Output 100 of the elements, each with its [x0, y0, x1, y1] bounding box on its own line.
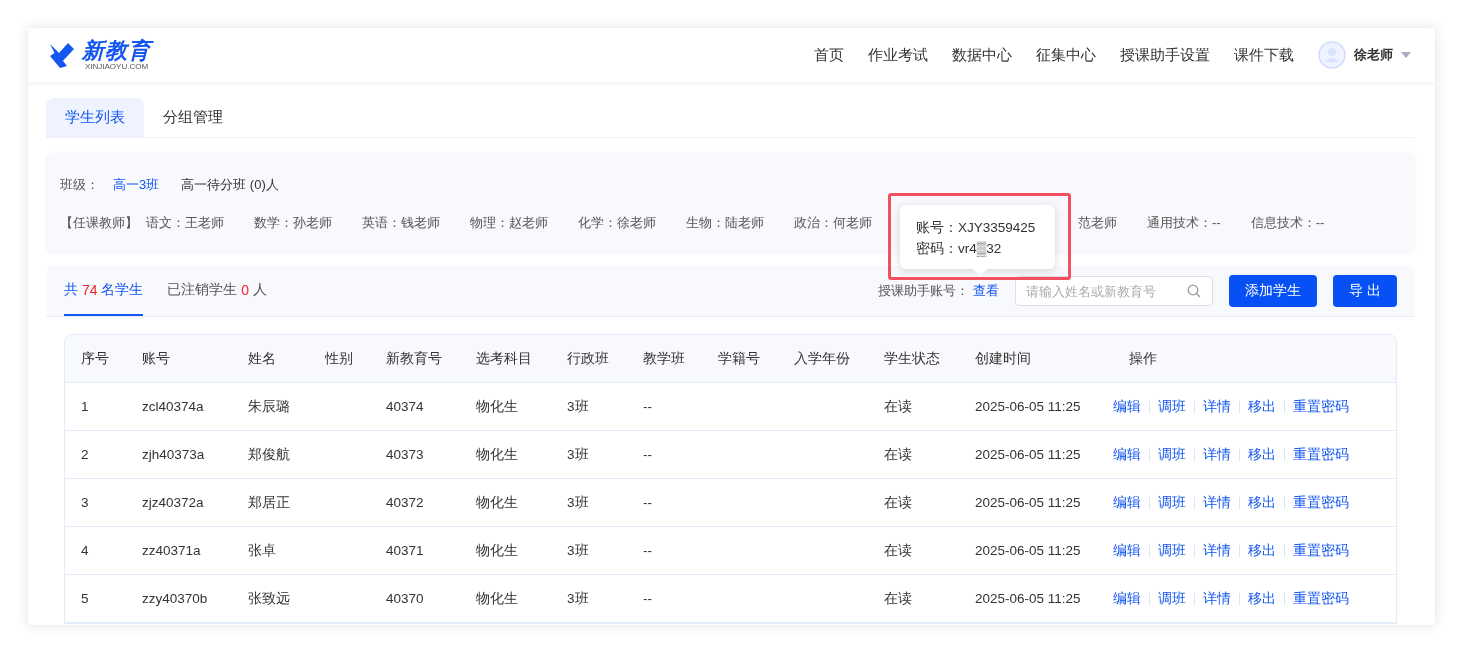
row-action-link[interactable]: 编辑 [1113, 397, 1141, 416]
column-header: 入学年份 [793, 349, 851, 368]
column-header: 账号 [141, 349, 171, 368]
table-cell-text: 3班 [566, 445, 590, 464]
table-cell-text: 物化生 [475, 493, 519, 512]
column-header: 学籍号 [717, 349, 761, 368]
table-cell-text: 40372 [385, 495, 425, 510]
action-button[interactable]: 添加学生 [1229, 275, 1318, 307]
row-action-link[interactable]: 重置密码 [1293, 493, 1349, 512]
column-header: 新教育号 [385, 349, 443, 368]
table-cell-text: zzy40370b [141, 591, 209, 606]
row-action-link[interactable]: 调班 [1158, 541, 1186, 560]
row-action-link[interactable]: 移出 [1248, 445, 1276, 464]
table-cell-text: 40373 [385, 447, 425, 462]
table-cell-text: -- [642, 399, 653, 414]
table-cell-text: 2025-06-05 11:25 [974, 399, 1082, 414]
column-header: 性别 [323, 349, 354, 368]
table-cell-text: 2025-06-05 11:25 [974, 543, 1082, 558]
row-action-link[interactable]: 详情 [1203, 541, 1231, 560]
table-cell-text: 郑俊航 [247, 445, 291, 464]
table-cell-text: 3班 [566, 541, 590, 560]
table-cell-text: 在读 [883, 445, 913, 464]
row-action-link[interactable]: 调班 [1158, 493, 1186, 512]
teacher-entry: 数学：孙老师 [254, 214, 332, 232]
row-action-link[interactable]: 编辑 [1113, 589, 1141, 608]
column-header: 选考科目 [475, 349, 533, 368]
teacher-entry: 物理：赵老师 [470, 214, 548, 232]
class-link[interactable]: 高一3班 [113, 176, 160, 194]
nav-link[interactable]: 数据中心 [952, 45, 1012, 65]
nav-link[interactable]: 作业考试 [868, 45, 928, 65]
action-button[interactable]: 导 出 [1333, 275, 1397, 307]
table-cell-text: 3班 [566, 397, 590, 416]
table-cell-text: -- [642, 495, 653, 510]
table-cell-text: zjh40373a [141, 447, 206, 462]
row-action-link[interactable]: 详情 [1203, 397, 1231, 416]
tab[interactable]: 学生列表 [46, 98, 144, 137]
avatar-icon[interactable] [1318, 41, 1346, 69]
column-header: 学生状态 [883, 349, 941, 368]
table-cell-text: 2025-06-05 11:25 [974, 495, 1082, 510]
row-action-link[interactable]: 调班 [1158, 589, 1186, 608]
tooltip-line: 账号：XJY3359425 [916, 219, 1037, 237]
row-action-link[interactable]: 重置密码 [1293, 541, 1349, 560]
row-action-link[interactable]: 详情 [1203, 589, 1231, 608]
table-cell-text: 1 [80, 399, 90, 414]
table-cell-text: zz40371a [141, 543, 202, 558]
user-name[interactable]: 徐老师 [1354, 46, 1393, 64]
table-cell-text: 40374 [385, 399, 425, 414]
table-cell-text: zcl40374a [141, 399, 205, 414]
table-cell-text: 在读 [883, 589, 913, 608]
row-action-link[interactable]: 编辑 [1113, 493, 1141, 512]
teacher-entry: 语文：王老师 [146, 214, 224, 232]
row-action-link[interactable]: 编辑 [1113, 445, 1141, 464]
table-cell-text: 张卓 [247, 541, 277, 560]
row-action-link[interactable]: 调班 [1158, 445, 1186, 464]
table-cell-text: 2025-06-05 11:25 [974, 447, 1082, 462]
row-action-link[interactable]: 移出 [1248, 589, 1276, 608]
count-tab[interactable]: 已注销学生 0 人 [167, 266, 267, 316]
table-cell-text: zjz40372a [141, 495, 205, 510]
column-header: 创建时间 [974, 349, 1032, 368]
nav-link[interactable]: 征集中心 [1036, 45, 1096, 65]
table-cell-text: 3 [80, 495, 90, 510]
row-action-link[interactable]: 移出 [1248, 493, 1276, 512]
teacher-entry: 政治：何老师 [794, 214, 872, 232]
table-cell-text: 物化生 [475, 541, 519, 560]
table-cell-text: -- [642, 591, 653, 606]
table-cell-text: 3班 [566, 493, 590, 512]
column-header: 操作 [1128, 349, 1158, 368]
nav-link[interactable]: 授课助手设置 [1120, 45, 1210, 65]
table-cell-text: 郑居正 [247, 493, 291, 512]
table-cell-text: 物化生 [475, 589, 519, 608]
row-action-link[interactable]: 重置密码 [1293, 445, 1349, 464]
assistant-account-label: 授课助手账号： [878, 282, 970, 300]
table-cell-text: 5 [80, 591, 90, 606]
search-field[interactable]: 请输入姓名或新教育号 [1015, 276, 1214, 306]
view-link[interactable]: 查看 [973, 282, 1000, 300]
column-header: 教学班 [642, 349, 686, 368]
row-action-link[interactable]: 详情 [1203, 493, 1231, 512]
nav-link[interactable]: 课件下载 [1234, 45, 1294, 65]
teacher-entry: 生物：陆老师 [686, 214, 764, 232]
teacher-entry: 信息技术：-- [1250, 214, 1325, 232]
teachers-label: 【任课教师】 [60, 214, 138, 232]
tab[interactable]: 分组管理 [144, 98, 242, 137]
column-header: 行政班 [566, 349, 610, 368]
search-icon[interactable] [1187, 284, 1202, 298]
table-cell-text: -- [642, 447, 653, 462]
caret-icon[interactable] [1401, 52, 1411, 58]
table-cell-text: 3班 [566, 589, 590, 608]
row-action-link[interactable]: 移出 [1248, 541, 1276, 560]
row-action-link[interactable]: 编辑 [1113, 541, 1141, 560]
row-action-link[interactable]: 详情 [1203, 445, 1231, 464]
class-label: 班级： [60, 176, 99, 194]
row-action-link[interactable]: 调班 [1158, 397, 1186, 416]
row-action-link[interactable]: 重置密码 [1293, 589, 1349, 608]
logo-subtitle: XINJIAOYU.COM [84, 61, 149, 71]
nav-link[interactable]: 首页 [814, 45, 844, 65]
row-action-link[interactable]: 移出 [1248, 397, 1276, 416]
table-cell-text: 4 [80, 543, 90, 558]
column-header: 序号 [80, 349, 110, 368]
table-cell-text: 2025-06-05 11:25 [974, 591, 1082, 606]
row-action-link[interactable]: 重置密码 [1293, 397, 1349, 416]
